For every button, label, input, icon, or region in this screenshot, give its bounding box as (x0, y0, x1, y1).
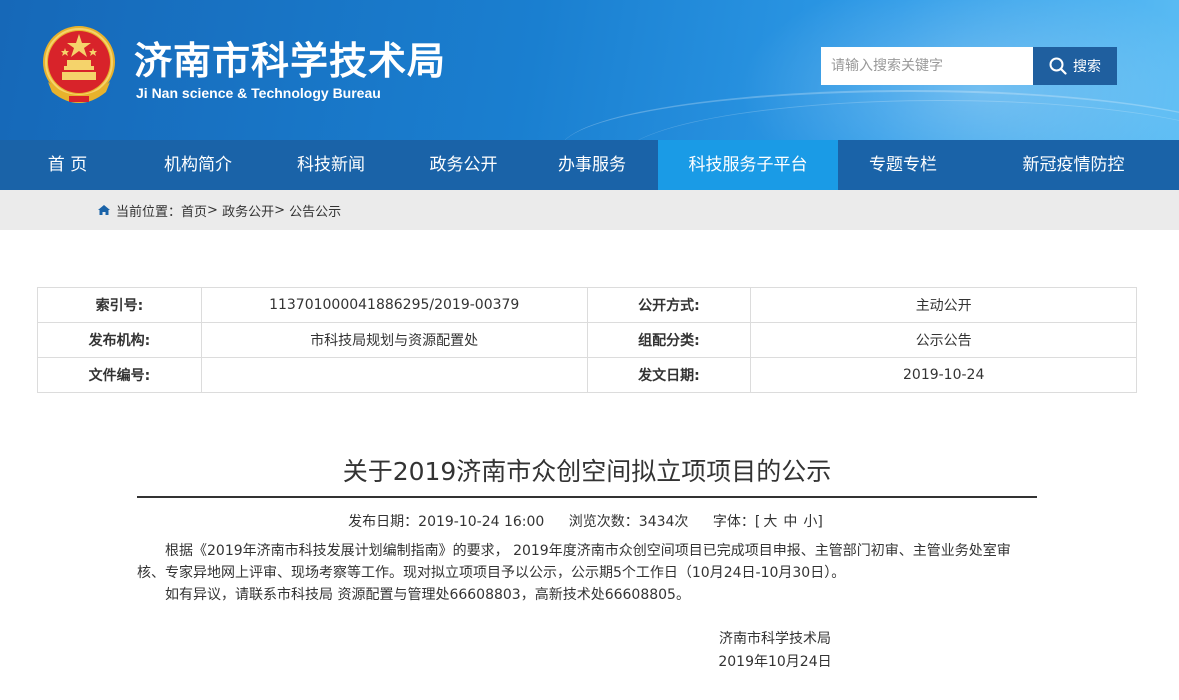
font-large-button[interactable]: 大 (763, 514, 777, 530)
font-size-controls: 字体：[大中小] (713, 514, 826, 530)
search-button-label: 搜索 (1073, 59, 1101, 75)
doc-no-value (200, 357, 588, 393)
breadcrumb-separator: > (274, 202, 285, 218)
open-method-label: 公开方式: (586, 287, 752, 323)
publisher-value: 市科技局规划与资源配置处 (200, 322, 588, 358)
table-row: 发布机构: 市科技局规划与资源配置处 组配分类: 公示公告 (37, 322, 1137, 358)
breadcrumb-prefix: 当前位置： (116, 204, 182, 220)
publisher-label: 发布机构: (37, 322, 202, 358)
category-label: 组配分类: (586, 322, 752, 358)
article-body: 根据《2019年济南市科技发展计划编制指南》的要求， 2019年度济南市众创空间… (137, 540, 1037, 606)
article-meta: 发布日期：2019-10-24 16:00 浏览次数：3434次 字体：[大中小… (137, 511, 1037, 531)
nav-item-tech-platform[interactable]: 科技服务子平台 (658, 140, 838, 190)
nav-item-news[interactable]: 科技新闻 (261, 140, 401, 190)
signature-date: 2019年10月24日 (718, 654, 832, 670)
nav-item-topics[interactable]: 专题专栏 (838, 140, 968, 190)
category-value: 公示公告 (750, 322, 1137, 358)
index-value: 113701000041886295/2019-00379 (200, 287, 588, 323)
doc-no-label: 文件编号: (37, 357, 202, 393)
breadcrumb-home[interactable]: 首页 (181, 201, 207, 220)
breadcrumb: 当前位置： 首页 > 政务公开 > 公告公示 (0, 190, 1179, 230)
font-size-label: 字体：[ (712, 514, 761, 530)
table-row: 索引号: 113701000041886295/2019-00379 公开方式:… (37, 287, 1137, 323)
table-row: 文件编号: 发文日期: 2019-10-24 (37, 357, 1137, 393)
signature-org: 济南市科学技术局 (719, 631, 831, 647)
search-button[interactable]: 搜索 (1033, 47, 1117, 85)
nav-item-covid[interactable]: 新冠疫情防控 (968, 140, 1179, 190)
site-subtitle: Ji Nan science & Technology Bureau (136, 85, 381, 101)
article-title: 关于2019济南市众创空间拟立项项目的公示 (342, 457, 832, 486)
article-signature: 济南市科学技术局 2019年10月24日 (700, 628, 850, 674)
font-medium-button[interactable]: 中 (783, 514, 797, 530)
breadcrumb-separator: > (207, 202, 218, 218)
nav-item-about[interactable]: 机构简介 (135, 140, 261, 190)
font-small-button[interactable]: 小] (803, 514, 822, 530)
title-divider (137, 496, 1037, 498)
open-method-value: 主动公开 (750, 287, 1137, 323)
document-info-table: 索引号: 113701000041886295/2019-00379 公开方式:… (37, 287, 1137, 393)
issue-date-value: 2019-10-24 (750, 357, 1137, 393)
view-count: 浏览次数：3434次 (568, 514, 689, 530)
search-icon (1049, 57, 1067, 75)
issue-date-label: 发文日期: (586, 357, 752, 393)
home-icon (98, 205, 110, 215)
search-input[interactable] (821, 47, 1033, 85)
article-paragraph: 根据《2019年济南市科技发展计划编制指南》的要求， 2019年度济南市众创空间… (137, 543, 1011, 581)
publish-date: 发布日期：2019-10-24 16:00 (348, 514, 545, 530)
national-emblem-icon[interactable] (38, 22, 120, 108)
nav-item-gov-affairs[interactable]: 政务公开 (401, 140, 526, 190)
site-title: 济南市科学技术局 (134, 39, 447, 83)
nav-item-home[interactable]: 首 页 (0, 140, 135, 190)
nav-item-services[interactable]: 办事服务 (526, 140, 658, 190)
header-banner: 济南市科学技术局 Ji Nan science & Technology Bur… (0, 0, 1179, 140)
main-nav: 首 页 机构简介 科技新闻 政务公开 办事服务 科技服务子平台 专题专栏 新冠疫… (0, 140, 1179, 190)
breadcrumb-notices[interactable]: 公告公示 (289, 201, 341, 220)
article-paragraph: 如有异议，请联系市科技局 资源配置与管理处66608803，高新技术处66608… (165, 587, 690, 603)
index-label: 索引号: (37, 287, 202, 323)
breadcrumb-gov-affairs[interactable]: 政务公开 (222, 201, 274, 220)
